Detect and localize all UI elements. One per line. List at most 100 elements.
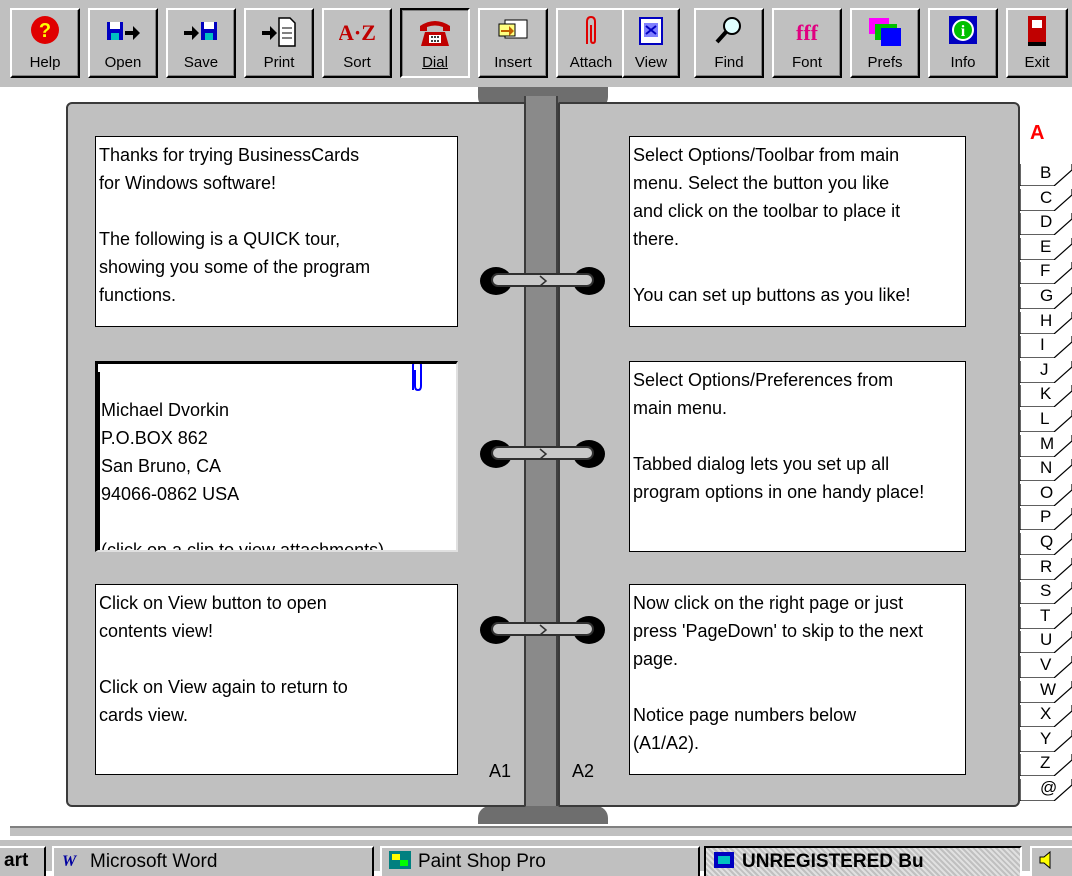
print-button[interactable]: Print xyxy=(244,8,314,78)
svg-text:fff: fff xyxy=(796,20,819,45)
svg-text:i: i xyxy=(961,23,966,40)
index-tab-label: M xyxy=(1040,433,1055,453)
index-tab-g[interactable]: G xyxy=(1020,286,1072,309)
taskbar: art W Microsoft Word Paint Shop Pro UNRE… xyxy=(0,838,1072,876)
start-button[interactable]: art xyxy=(0,846,46,876)
index-tab-label: D xyxy=(1040,212,1053,232)
index-tab-label: Y xyxy=(1040,728,1052,748)
sort-icon: A·Z xyxy=(339,20,375,45)
index-tab-label: F xyxy=(1040,261,1051,281)
index-tab-v[interactable]: V xyxy=(1020,655,1072,678)
print-icon xyxy=(262,17,296,47)
index-tab-n[interactable]: N xyxy=(1020,458,1072,482)
index-tab-z[interactable]: Z xyxy=(1020,753,1072,777)
print-label: Print xyxy=(263,54,295,71)
index-tab-b[interactable]: B xyxy=(1020,163,1072,186)
index-tab-u[interactable]: U xyxy=(1020,630,1072,654)
index-tab-w[interactable]: W xyxy=(1020,679,1072,703)
index-tab-label: G xyxy=(1040,286,1054,305)
help-icon: ? xyxy=(31,16,59,44)
card-contact[interactable]: Michael Dvorkin P.O.BOX 862 San Bruno, C… xyxy=(95,361,458,552)
index-tab-label: N xyxy=(1040,458,1053,478)
info-button[interactable]: i Info xyxy=(928,8,998,78)
svg-text:?: ? xyxy=(39,20,51,42)
exit-button[interactable]: Exit xyxy=(1006,8,1068,78)
prefs-button[interactable]: Prefs xyxy=(850,8,920,78)
index-tab-at[interactable]: @ xyxy=(1020,778,1072,801)
index-tab-o[interactable]: O xyxy=(1020,483,1072,506)
open-label: Open xyxy=(104,54,142,71)
index-tab-label: V xyxy=(1040,655,1052,674)
find-button[interactable]: Find xyxy=(694,8,764,78)
index-tab-label: Z xyxy=(1040,753,1051,773)
index-tab-label: R xyxy=(1040,556,1053,576)
index-tab-l[interactable]: L xyxy=(1020,409,1072,432)
task-label-paint-shop-pro: Paint Shop Pro xyxy=(418,851,546,872)
index-tab-e[interactable]: E xyxy=(1020,236,1072,260)
save-icon xyxy=(184,22,217,40)
index-tab-h[interactable]: H xyxy=(1020,310,1072,334)
dial-label: Dial xyxy=(422,54,448,71)
index-tab-label: Q xyxy=(1040,532,1054,551)
index-tab-m[interactable]: M xyxy=(1020,433,1072,457)
index-tab-q[interactable]: Q xyxy=(1020,532,1072,555)
index-tab-label: H xyxy=(1040,310,1053,330)
index-tab-c[interactable]: C xyxy=(1020,188,1072,211)
magnifier-icon xyxy=(715,17,741,44)
index-tab-p[interactable]: P xyxy=(1020,507,1072,531)
index-tab-label: U xyxy=(1040,630,1053,650)
page-number-left: A1 xyxy=(489,761,512,781)
view-label: View xyxy=(634,54,668,71)
dial-button[interactable]: Dial xyxy=(400,8,470,78)
index-tab-label: E xyxy=(1040,236,1052,256)
index-tab-i[interactable]: I xyxy=(1020,335,1072,359)
index-tab-r[interactable]: R xyxy=(1020,556,1072,580)
index-tab-label: X xyxy=(1040,704,1052,724)
index-tab-label: P xyxy=(1040,507,1052,527)
index-tab-j[interactable]: J xyxy=(1020,360,1072,383)
left-page[interactable]: Thanks for trying BusinessCards for Wind… xyxy=(66,102,526,807)
attach-label: Attach xyxy=(569,54,613,71)
font-button[interactable]: fff Font xyxy=(772,8,842,78)
paperclip-icon[interactable] xyxy=(407,361,423,392)
binder-ring-top xyxy=(480,267,605,295)
card-view-tip[interactable]: Click on View button to open contents vi… xyxy=(95,584,458,775)
binder-ring-middle xyxy=(480,440,605,468)
index-tab-d[interactable]: D xyxy=(1020,212,1072,236)
index-tab-x[interactable]: X xyxy=(1020,704,1072,728)
right-page[interactable]: Select Options/Toolbar from main menu. S… xyxy=(558,102,1020,807)
task-paint-shop-pro[interactable]: Paint Shop Pro xyxy=(380,846,700,876)
open-icon xyxy=(107,22,140,40)
index-tab-label: W xyxy=(1040,679,1057,699)
save-button[interactable]: Save xyxy=(166,8,236,78)
tray-area[interactable] xyxy=(1030,846,1072,876)
attach-button[interactable]: Attach xyxy=(556,8,626,78)
horizontal-scrollbar[interactable] xyxy=(10,826,1072,836)
sort-label: Sort xyxy=(343,54,371,71)
svg-text:W: W xyxy=(62,853,78,870)
task-businesscards[interactable]: UNREGISTERED Bu xyxy=(704,846,1022,876)
index-tab-y[interactable]: Y xyxy=(1020,728,1072,752)
task-microsoft-word[interactable]: W Microsoft Word xyxy=(52,846,374,876)
card-preferences-tip[interactable]: Select Options/Preferences from main men… xyxy=(629,361,966,552)
card-pagedown-tip[interactable]: Now click on the right page or just pres… xyxy=(629,584,966,775)
phone-icon xyxy=(420,21,450,46)
paint-shop-pro-icon xyxy=(389,851,411,869)
index-tab-s[interactable]: S xyxy=(1020,581,1072,605)
insert-button[interactable]: Insert xyxy=(478,8,548,78)
card-welcome[interactable]: Thanks for trying BusinessCards for Wind… xyxy=(95,136,458,327)
index-tab-k[interactable]: K xyxy=(1020,384,1072,408)
help-button[interactable]: ? Help xyxy=(10,8,80,78)
view-button[interactable]: View xyxy=(622,8,680,78)
view-icon xyxy=(639,17,663,45)
index-tab-label: @ xyxy=(1040,778,1058,797)
index-tab-f[interactable]: F xyxy=(1020,261,1072,285)
font-icon: fff xyxy=(796,20,819,45)
index-tab-t[interactable]: T xyxy=(1020,606,1072,629)
card-toolbar-tip[interactable]: Select Options/Toolbar from main menu. S… xyxy=(629,136,966,327)
index-tab-shape xyxy=(1020,336,1072,359)
info-label: Info xyxy=(950,54,976,71)
insert-icon xyxy=(498,19,528,39)
sort-button[interactable]: A·Z Sort xyxy=(322,8,392,78)
open-button[interactable]: Open xyxy=(88,8,158,78)
